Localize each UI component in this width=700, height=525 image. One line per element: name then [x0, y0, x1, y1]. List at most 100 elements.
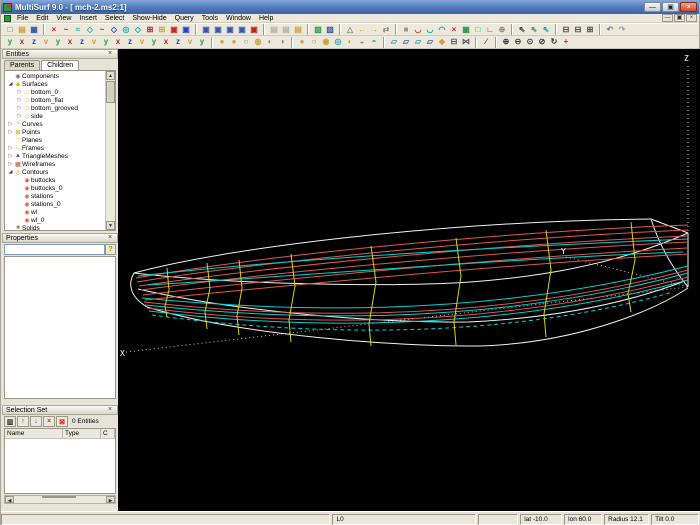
insert-curve-button[interactable]: ~ — [60, 24, 72, 35]
orient-16-button[interactable]: v — [184, 37, 196, 48]
insert-curve-2-button[interactable]: ~ — [96, 24, 108, 35]
show-all-button[interactable]: ◍ — [252, 37, 264, 48]
tree-item-bottom-grooved[interactable]: ▷ ◇ bottom_grooved — [5, 104, 105, 112]
scroll-up-icon[interactable]: ▲ — [106, 71, 115, 80]
expander-icon[interactable]: ▷ — [7, 121, 14, 127]
mdi-restore-button[interactable]: ▣ — [674, 14, 685, 22]
orient-17-button[interactable]: y — [196, 37, 208, 48]
menu-insert[interactable]: Insert — [75, 14, 101, 23]
view-top-button[interactable]: ▣ — [212, 24, 224, 35]
remove-selected-button[interactable]: × — [43, 416, 55, 427]
snap-grid-1-button[interactable]: ▤ — [268, 24, 280, 35]
insert-circle-button[interactable]: ◎ — [120, 24, 132, 35]
column-header-name[interactable]: Name — [5, 429, 63, 438]
move-down-button[interactable]: ↓ — [30, 416, 42, 427]
expander-icon[interactable]: ▷ — [7, 145, 14, 151]
tree-item-components[interactable]: ◉ Components — [5, 72, 105, 80]
insert-ring-button[interactable]: ◇ — [132, 24, 144, 35]
menu-edit[interactable]: Edit — [32, 14, 52, 23]
pan-view-button[interactable]: + — [560, 37, 572, 48]
expander-icon[interactable]: ▷ — [7, 161, 14, 167]
document-icon[interactable] — [4, 14, 11, 22]
orient-11-button[interactable]: z — [124, 37, 136, 48]
tree-item-solids[interactable]: ■ Solids — [5, 224, 105, 231]
tree-item-bottom-0[interactable]: ▷ ◇ bottom_0 — [5, 88, 105, 96]
insert-mesh-button[interactable]: ⊞ — [144, 24, 156, 35]
close-button[interactable]: × — [680, 2, 697, 12]
vis-bulb-3-button[interactable]: ◉ — [320, 37, 332, 48]
expander-icon[interactable]: ▷ — [16, 105, 23, 111]
nudge-right-button[interactable]: → — [368, 24, 380, 35]
viewport[interactable]: Z Y X — [118, 49, 700, 511]
menu-tools[interactable]: Tools — [198, 14, 222, 23]
columns-button[interactable]: ▥ — [4, 416, 16, 427]
properties-filter-button[interactable]: ? — [105, 244, 116, 255]
insert-window-button[interactable]: ▣ — [180, 24, 192, 35]
vis-bulb-4-button[interactable]: ◎ — [332, 37, 344, 48]
tree-item-planes[interactable]: ○ Planes — [5, 136, 105, 144]
swap-ends-button[interactable]: ⇄ — [380, 24, 392, 35]
insert-snake-button[interactable]: ≈ — [72, 24, 84, 35]
corner-tool-button[interactable]: ∟ — [484, 24, 496, 35]
insert-grid-button[interactable]: ⊞ — [156, 24, 168, 35]
open-file-button[interactable]: ▤ — [16, 24, 28, 35]
nudge-left-button[interactable]: ← — [356, 24, 368, 35]
tree-item-curves[interactable]: ▷ ~ Curves — [5, 120, 105, 128]
menu-window[interactable]: Window — [222, 14, 255, 23]
column-header-type[interactable]: Type — [63, 429, 101, 438]
orient-12-button[interactable]: v — [136, 37, 148, 48]
offset-tool-button[interactable]: □ — [472, 24, 484, 35]
expander-icon[interactable]: ▷ — [16, 97, 23, 103]
project-tool-button[interactable]: ⊕ — [496, 24, 508, 35]
select-pointer-button[interactable]: ⇖ — [516, 24, 528, 35]
selection-set-hscrollbar[interactable]: ◀ ▶ — [4, 495, 116, 504]
orient-1-button[interactable]: y — [4, 37, 16, 48]
orient-8-button[interactable]: v — [88, 37, 100, 48]
window-tile-button[interactable]: ⊟ — [572, 24, 584, 35]
window-cascade-button[interactable]: ⊟ — [560, 24, 572, 35]
draw-line-button[interactable]: ∕ — [480, 37, 492, 48]
vis-bulb-7-button[interactable]: ◓ — [368, 37, 380, 48]
paste-image-button[interactable]: ▧ — [324, 24, 336, 35]
menu-help[interactable]: Help — [255, 14, 277, 23]
move-up-button[interactable]: ↑ — [17, 416, 29, 427]
orient-13-button[interactable]: y — [148, 37, 160, 48]
orient-10-button[interactable]: x — [112, 37, 124, 48]
fillet-2-button[interactable]: ◡ — [424, 24, 436, 35]
title-bar[interactable]: MultiSurf 9.0 - [ mch-2.ms2:1] — ▣ × — [1, 0, 699, 14]
expander-icon[interactable]: ◢ — [7, 81, 14, 87]
orient-14-button[interactable]: x — [160, 37, 172, 48]
layer-merge-button[interactable]: ▱ — [424, 37, 436, 48]
select-add-button[interactable]: ⇖ — [528, 24, 540, 35]
tree-item-wl-0[interactable]: ◉ wl_0 — [5, 216, 105, 224]
properties-close-icon[interactable]: × — [106, 234, 114, 242]
tree-scrollbar[interactable]: ▲ ▼ — [105, 71, 115, 230]
window-split-button[interactable]: ⊞ — [584, 24, 596, 35]
viewport-canvas[interactable]: Z Y X — [118, 49, 700, 511]
new-file-button[interactable]: □ — [4, 24, 16, 35]
scroll-down-icon[interactable]: ▼ — [106, 221, 115, 230]
tree-item-frames[interactable]: ▷ ∟ Frames — [5, 144, 105, 152]
zoom-out-button[interactable]: ⊖ — [512, 37, 524, 48]
tree-item-buttocks-0[interactable]: ◉ buttocks_0 — [5, 184, 105, 192]
expander-icon[interactable]: ▷ — [16, 113, 23, 119]
scroll-left-icon[interactable]: ◀ — [5, 496, 14, 504]
restore-button[interactable]: ▣ — [662, 2, 679, 12]
orient-7-button[interactable]: z — [76, 37, 88, 48]
view-front-button[interactable]: ▣ — [200, 24, 212, 35]
view-iso-button[interactable]: ▣ — [236, 24, 248, 35]
layer-copy-button[interactable]: ▱ — [388, 37, 400, 48]
insert-surface-button[interactable]: ◇ — [84, 24, 96, 35]
menu-file[interactable]: File — [13, 14, 32, 23]
delete-entity-button[interactable]: × — [48, 24, 60, 35]
expander-icon[interactable]: ▷ — [7, 153, 14, 159]
align-triangle-button[interactable]: △ — [344, 24, 356, 35]
rotate-view-button[interactable]: ↻ — [548, 37, 560, 48]
tree-item-contours[interactable]: ◢ ◎ Contours — [5, 168, 105, 176]
orient-2-button[interactable]: x — [16, 37, 28, 48]
selection-set-close-icon[interactable]: × — [106, 406, 114, 414]
snap-grid-3-button[interactable]: ▤ — [292, 24, 304, 35]
flag-tool-button[interactable]: ◆ — [436, 37, 448, 48]
minimize-button[interactable]: — — [644, 2, 661, 12]
expander-icon[interactable]: ▷ — [7, 129, 14, 135]
